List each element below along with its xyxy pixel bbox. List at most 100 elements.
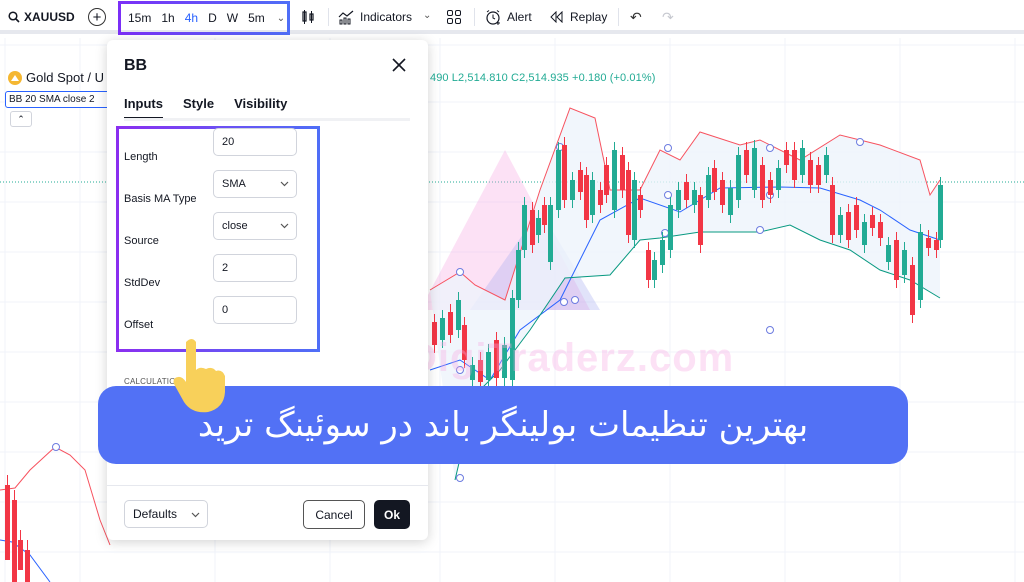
candle-down <box>830 185 835 235</box>
banner-text: بهترین تنظیمات بولینگر باند در سوئینگ تر… <box>197 405 809 445</box>
search-icon <box>8 11 20 23</box>
candle-down <box>712 168 717 192</box>
defaults-dropdown[interactable]: Defaults <box>124 500 208 528</box>
dialog-tabs: Inputs Style Visibility <box>124 96 287 120</box>
instrument-legend[interactable]: Gold Spot / U <box>8 70 104 85</box>
undo-icon[interactable]: ↶ <box>630 9 642 26</box>
band-marker <box>571 296 579 304</box>
candle-up <box>752 148 757 190</box>
candle-up <box>590 180 595 215</box>
candle-down <box>646 250 651 280</box>
collapse-legend-button[interactable]: ⌃ <box>10 111 32 127</box>
alarm-clock-icon <box>486 9 500 25</box>
band-marker <box>756 226 764 234</box>
basis-ma-type-select[interactable]: SMA <box>213 170 297 198</box>
replay-button[interactable]: Replay <box>550 0 607 34</box>
basis-ma-type-label: Basis MA Type <box>124 193 197 205</box>
dialog-title: BB <box>124 57 148 74</box>
offset-input[interactable]: 0 <box>213 296 297 324</box>
candle-up <box>800 148 805 175</box>
candle-down <box>816 165 821 185</box>
redo-icon[interactable]: ↷ <box>662 9 674 26</box>
timeframe-1h[interactable]: 1h <box>161 11 174 25</box>
tab-visibility[interactable]: Visibility <box>234 96 287 120</box>
stddev-input[interactable]: 2 <box>213 254 297 282</box>
chevron-down-icon <box>280 181 289 187</box>
candle-down <box>684 182 689 200</box>
chevron-down-icon[interactable]: ⌄ <box>423 10 431 21</box>
watermark-text: DigiTraderz.com <box>408 336 735 380</box>
candle-down <box>626 170 631 235</box>
candle-down <box>910 265 915 315</box>
screen: DigiTraderz.com Gold Spot / U BB 20 SMA … <box>0 0 1024 582</box>
length-input[interactable]: 20 <box>213 128 297 156</box>
candle-down <box>808 160 813 185</box>
symbol-label: XAUUSD <box>24 10 75 24</box>
length-value: 20 <box>222 136 235 148</box>
toolbar-divider <box>474 8 475 26</box>
timeframe-4h[interactable]: 4h <box>185 11 198 25</box>
chevron-down-icon <box>191 512 200 518</box>
candle-down <box>604 165 609 195</box>
candle-up <box>556 150 561 210</box>
candle-down <box>744 150 749 175</box>
candle-up <box>676 190 681 210</box>
candle-up <box>886 245 891 262</box>
chevron-down-icon[interactable]: ⌄ <box>277 13 285 24</box>
timeframe-15m[interactable]: 15m <box>128 11 151 25</box>
cancel-button[interactable]: Cancel <box>303 500 365 529</box>
candle-down <box>448 312 453 335</box>
candle-up <box>938 185 943 240</box>
timeframe-d[interactable]: D <box>208 11 217 25</box>
candle-down <box>878 222 883 238</box>
timeframe-w[interactable]: W <box>227 11 238 25</box>
footer-divider <box>107 485 428 486</box>
tab-style[interactable]: Style <box>183 96 214 120</box>
tab-inputs[interactable]: Inputs <box>124 96 163 120</box>
indicator-settings-dialog: BB Inputs Style Visibility Length 20 Bas… <box>107 40 428 540</box>
candle-up <box>536 218 541 235</box>
candle-down <box>854 205 859 230</box>
candle-down <box>620 155 625 190</box>
candle-down <box>792 150 797 180</box>
source-label: Source <box>124 235 159 247</box>
instrument-title: Gold Spot / U <box>26 70 105 85</box>
ok-button[interactable]: Ok <box>374 500 410 529</box>
chevron-up-icon: ⌃ <box>17 113 25 124</box>
source-select[interactable]: close <box>213 212 297 240</box>
toolbar-divider <box>618 8 619 26</box>
candle-up <box>548 205 553 262</box>
candle-down <box>562 145 567 200</box>
band-marker <box>52 443 60 451</box>
indicators-button[interactable]: Indicators <box>338 0 412 34</box>
candle-down <box>542 205 547 225</box>
timeframe-5m[interactable]: 5m <box>248 11 265 25</box>
band-marker <box>856 138 864 146</box>
indicator-legend-chip[interactable]: BB 20 SMA close 2 <box>5 91 115 108</box>
candle-up <box>570 180 575 200</box>
candle-up <box>522 205 527 250</box>
close-icon[interactable] <box>390 56 408 74</box>
rewind-icon <box>550 11 563 23</box>
candle-down <box>18 540 23 570</box>
compare-symbol-button[interactable]: + <box>88 8 106 26</box>
pointing-hand-icon <box>173 339 225 413</box>
candle-down <box>698 195 703 245</box>
toolbar-divider <box>328 8 329 26</box>
candle-down <box>584 175 589 220</box>
top-toolbar: XAUUSD + 15m 1h 4h D W 5m ⌄ Indicators ⌄ <box>0 0 1024 35</box>
candle-style-icon[interactable] <box>300 9 316 25</box>
basis-ma-type-value: SMA <box>222 178 246 190</box>
alert-button[interactable]: Alert <box>485 0 532 34</box>
layout-grid-icon[interactable] <box>446 9 462 25</box>
candle-down <box>5 485 10 560</box>
band-marker <box>766 326 774 334</box>
band-marker <box>766 144 774 152</box>
symbol-search[interactable]: XAUUSD <box>8 0 75 34</box>
tab-divider <box>124 118 410 121</box>
candle-up <box>776 168 781 190</box>
candle-up <box>652 260 657 280</box>
defaults-label: Defaults <box>133 507 178 521</box>
candle-down <box>846 212 851 240</box>
candle-down <box>598 190 603 205</box>
